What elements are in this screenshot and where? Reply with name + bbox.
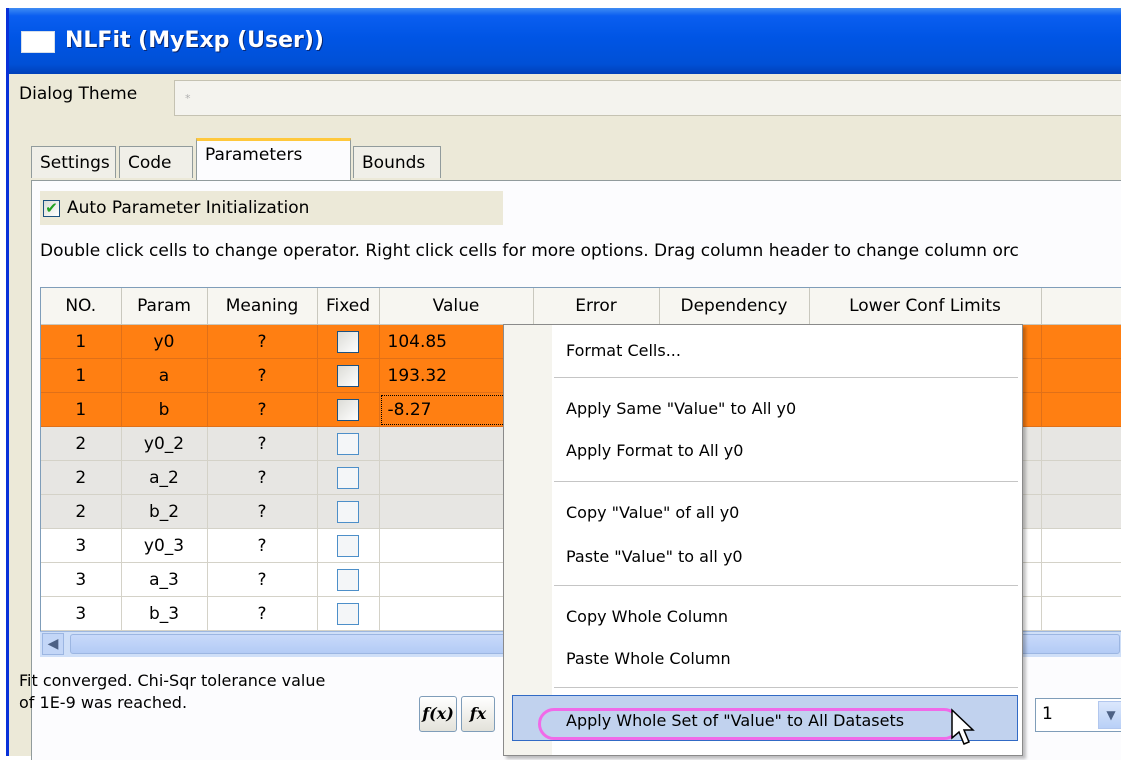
cell-fixed[interactable] (317, 494, 380, 529)
status-line-1: Fit converged. Chi-Sqr tolerance value (19, 671, 326, 690)
window-title: NLFit (MyExp (User)) (65, 28, 324, 53)
cell-no[interactable]: 2 (41, 460, 122, 495)
cell-meaning[interactable]: ? (207, 460, 318, 495)
fit-status-text: Fit converged. Chi-Sqr tolerance value o… (19, 670, 325, 714)
cell-param[interactable]: b (121, 392, 208, 427)
auto-init-label: Auto Parameter Initialization (67, 198, 310, 218)
col-header-value[interactable]: Value (379, 288, 534, 325)
cell-fixed[interactable] (317, 528, 380, 563)
title-bar[interactable]: NLFit (MyExp (User)) (9, 8, 1121, 74)
col-header-param[interactable]: Param (121, 288, 208, 325)
fixed-checkbox[interactable] (337, 330, 359, 353)
menu-item-apply-same-value[interactable]: Apply Same "Value" to All y0 (566, 399, 796, 418)
col-header-fixed[interactable]: Fixed (317, 288, 380, 325)
cell-param[interactable]: a_3 (121, 562, 208, 597)
fixed-checkbox[interactable] (337, 534, 359, 557)
fixed-checkbox[interactable] (337, 466, 359, 489)
dialog-theme-combo[interactable]: * (174, 80, 1121, 116)
cell-meaning[interactable]: ? (207, 562, 318, 597)
col-header-meaning[interactable]: Meaning (207, 288, 318, 325)
col-header-overflow (1041, 288, 1121, 325)
cell-no[interactable]: 1 (41, 324, 122, 359)
context-menu: Format Cells... Apply Same "Value" to Al… (503, 324, 1023, 756)
iterations-value: 1 (1042, 704, 1053, 724)
menu-item-apply-format[interactable]: Apply Format to All y0 (566, 441, 743, 460)
chevron-down-icon[interactable]: ▼ (1098, 701, 1121, 729)
iterations-combo[interactable]: 1 ▼ (1035, 698, 1121, 732)
col-header-no[interactable]: NO. (41, 288, 122, 325)
cell-meaning[interactable]: ? (207, 358, 318, 393)
cell-meaning[interactable]: ? (207, 494, 318, 529)
cell-fixed[interactable] (317, 324, 380, 359)
fixed-checkbox[interactable] (337, 398, 359, 421)
menu-item-paste-whole-column[interactable]: Paste Whole Column (566, 649, 731, 668)
menu-icon-gutter (504, 325, 552, 755)
auto-parameter-initialization[interactable]: ✔ Auto Parameter Initialization (40, 191, 503, 225)
cell-param[interactable]: b_3 (121, 596, 208, 631)
fx-icon: fx (469, 704, 487, 723)
cell-meaning[interactable]: ? (207, 596, 318, 631)
cell-param[interactable]: y0_3 (121, 528, 208, 563)
cell-meaning[interactable]: ? (207, 426, 318, 461)
menu-item-paste-value[interactable]: Paste "Value" to all y0 (566, 547, 743, 566)
cell-no[interactable]: 3 (41, 596, 122, 631)
cell-no[interactable]: 3 (41, 528, 122, 563)
auto-init-checkbox[interactable]: ✔ (43, 200, 60, 217)
status-line-2: of 1E-9 was reached. (19, 693, 188, 712)
col-header-dependency[interactable]: Dependency (659, 288, 810, 325)
scroll-left-icon[interactable]: ◀ (42, 633, 64, 655)
menu-separator (554, 687, 1018, 688)
cell-meaning[interactable]: ? (207, 324, 318, 359)
cell-fixed[interactable] (317, 358, 380, 393)
cell-no[interactable]: 2 (41, 494, 122, 529)
menu-item-copy-whole-column[interactable]: Copy Whole Column (566, 607, 728, 626)
grid-header: NO. Param Meaning Fixed Value Error Depe… (41, 288, 1121, 325)
fx-button[interactable]: fx (461, 696, 495, 732)
cell-param[interactable]: a_2 (121, 460, 208, 495)
cell-param[interactable]: y0 (121, 324, 208, 359)
fixed-checkbox[interactable] (337, 364, 359, 387)
menu-separator (554, 377, 1018, 378)
tab-code[interactable]: Code (119, 146, 193, 178)
tab-parameters[interactable]: Parameters (196, 138, 351, 180)
tab-settings[interactable]: Settings (31, 146, 116, 178)
cell-meaning[interactable]: ? (207, 392, 318, 427)
cell-meaning[interactable]: ? (207, 528, 318, 563)
col-header-lower-conf-limits[interactable]: Lower Conf Limits (809, 288, 1042, 325)
cell-fixed[interactable] (317, 426, 380, 461)
cell-no[interactable]: 3 (41, 562, 122, 597)
instruction-text: Double click cells to change operator. R… (40, 241, 1019, 261)
cell-no[interactable]: 2 (41, 426, 122, 461)
dialog-theme-label: Dialog Theme (19, 84, 138, 104)
cell-no[interactable]: 1 (41, 358, 122, 393)
fixed-checkbox[interactable] (337, 432, 359, 455)
fixed-checkbox[interactable] (337, 500, 359, 523)
cell-fixed[interactable] (317, 460, 380, 495)
menu-separator (554, 585, 1018, 586)
menu-item-format-cells[interactable]: Format Cells... (566, 341, 681, 360)
f-x-icon: f(x) (422, 704, 454, 723)
cell-param[interactable]: a (121, 358, 208, 393)
col-header-error[interactable]: Error (533, 288, 660, 325)
cell-param[interactable]: y0_2 (121, 426, 208, 461)
cell-param[interactable]: b_2 (121, 494, 208, 529)
cell-fixed[interactable] (317, 596, 380, 631)
window-icon (21, 31, 55, 53)
mouse-cursor-icon (951, 708, 975, 745)
cell-fixed[interactable] (317, 562, 380, 597)
highlight-ring (538, 708, 960, 740)
fixed-checkbox[interactable] (337, 568, 359, 591)
fit-function-button[interactable]: f(x) (419, 696, 457, 732)
fixed-checkbox[interactable] (337, 602, 359, 625)
tab-bounds[interactable]: Bounds (353, 146, 441, 178)
menu-item-copy-value[interactable]: Copy "Value" of all y0 (566, 503, 739, 522)
cell-fixed[interactable] (317, 392, 380, 427)
menu-separator (554, 481, 1018, 482)
cell-no[interactable]: 1 (41, 392, 122, 427)
